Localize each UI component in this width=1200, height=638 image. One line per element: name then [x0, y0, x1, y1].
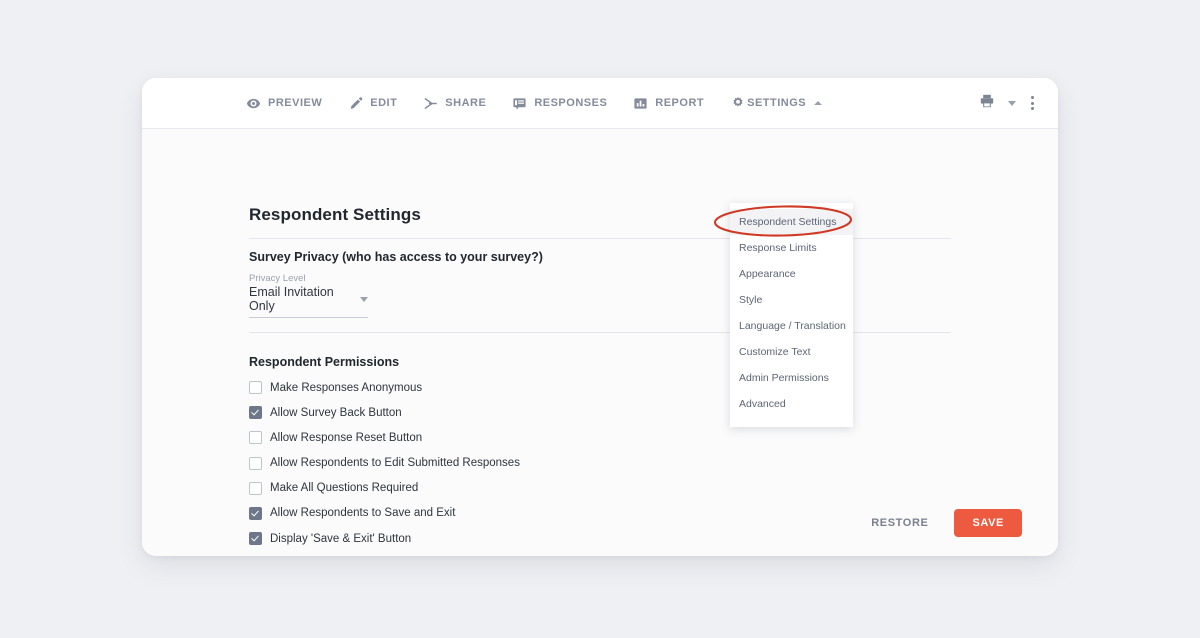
pencil-icon: [348, 96, 363, 111]
list-item[interactable]: Allow Respondents to Save and Exit: [249, 506, 520, 520]
survey-privacy-heading: Survey Privacy (who has access to your s…: [249, 250, 543, 264]
nav-label-settings: SETTINGS: [747, 97, 807, 109]
privacy-level-select[interactable]: Email Invitation Only: [249, 285, 368, 318]
menu-item-respondent-settings[interactable]: Respondent Settings: [730, 209, 853, 235]
nav-item-edit[interactable]: EDIT: [348, 96, 397, 111]
toolbar-right-actions: [979, 93, 1036, 114]
checkbox-allow-edit-submitted-responses[interactable]: [249, 456, 262, 470]
list-item-label: Allow Respondents to Save and Exit: [270, 507, 456, 520]
toolbar: PREVIEW EDIT SHARE RESPONSES REPORT SETT…: [142, 78, 1058, 129]
footer-actions: RESTORE SAVE: [867, 509, 1022, 537]
printer-icon[interactable]: [979, 93, 995, 114]
chevron-down-icon[interactable]: [1008, 100, 1016, 106]
gear-icon: [730, 96, 745, 111]
checkbox-allow-save-and-exit[interactable]: [249, 506, 262, 520]
list-item[interactable]: Make All Questions Required: [249, 481, 520, 495]
app-card: PREVIEW EDIT SHARE RESPONSES REPORT SETT…: [142, 78, 1058, 556]
settings-dropdown-menu: Respondent Settings Response Limits Appe…: [730, 203, 853, 427]
list-item[interactable]: Allow Respondents to Edit Submitted Resp…: [249, 456, 520, 470]
nav-item-responses[interactable]: RESPONSES: [512, 96, 607, 111]
menu-item-response-limits[interactable]: Response Limits: [730, 235, 853, 261]
chevron-up-icon: [814, 101, 823, 105]
menu-item-style[interactable]: Style: [730, 287, 853, 313]
list-item[interactable]: Display 'Save & Exit' Button: [249, 532, 520, 546]
checkbox-make-all-questions-required[interactable]: [249, 481, 262, 495]
bar-chart-icon: [633, 96, 648, 111]
nav-label-share: SHARE: [445, 97, 487, 109]
nav-item-settings[interactable]: SETTINGS: [730, 96, 823, 111]
checkbox-allow-survey-back-button[interactable]: [249, 406, 262, 420]
chevron-down-icon: [360, 296, 368, 302]
privacy-level-label: Privacy Level: [249, 273, 306, 284]
list-item-label: Make All Questions Required: [270, 482, 419, 495]
permissions-list: Make Responses Anonymous Allow Survey Ba…: [249, 381, 520, 546]
nav-label-preview: PREVIEW: [268, 97, 323, 109]
nav-label-responses: RESPONSES: [534, 97, 608, 109]
save-button[interactable]: SAVE: [954, 509, 1022, 537]
nav-item-preview[interactable]: PREVIEW: [246, 96, 322, 111]
checkbox-make-responses-anonymous[interactable]: [249, 381, 262, 394]
restore-button[interactable]: RESTORE: [867, 513, 932, 533]
nav-label-edit: EDIT: [370, 97, 398, 109]
list-item[interactable]: Make Responses Anonymous: [249, 381, 520, 394]
menu-item-customize-text[interactable]: Customize Text: [730, 339, 853, 365]
menu-item-language-translation[interactable]: Language / Translation: [730, 313, 853, 339]
privacy-level-value: Email Invitation Only: [249, 285, 334, 313]
list-item-label: Allow Response Reset Button: [270, 431, 423, 444]
list-item-label: Allow Survey Back Button: [270, 406, 402, 419]
checkbox-allow-response-reset-button[interactable]: [249, 431, 262, 445]
menu-item-admin-permissions[interactable]: Admin Permissions: [730, 365, 853, 391]
list-item[interactable]: Allow Response Reset Button: [249, 431, 520, 445]
list-item[interactable]: Allow Survey Back Button: [249, 406, 520, 420]
eye-icon: [246, 96, 261, 111]
list-item-label: Display 'Save & Exit' Button: [270, 532, 412, 545]
nav-item-share[interactable]: SHARE: [423, 96, 486, 111]
card-body: Respondent Settings Survey Privacy (who …: [142, 129, 1058, 556]
menu-item-appearance[interactable]: Appearance: [730, 261, 853, 287]
list-item-label: Make Responses Anonymous: [270, 381, 423, 394]
menu-item-advanced[interactable]: Advanced: [730, 391, 853, 417]
list-item-label: Allow Respondents to Edit Submitted Resp…: [270, 457, 520, 470]
page-title: Respondent Settings: [249, 205, 421, 224]
checkbox-display-save-exit-button[interactable]: [249, 532, 262, 546]
nav-label-report: REPORT: [655, 97, 705, 109]
toolbar-nav: PREVIEW EDIT SHARE RESPONSES REPORT SETT…: [246, 96, 823, 111]
nav-item-report[interactable]: REPORT: [633, 96, 704, 111]
kebab-menu-icon[interactable]: [1029, 94, 1036, 112]
speech-bubble-icon: [512, 96, 527, 111]
share-icon: [423, 96, 438, 111]
respondent-permissions-heading: Respondent Permissions: [249, 355, 400, 369]
